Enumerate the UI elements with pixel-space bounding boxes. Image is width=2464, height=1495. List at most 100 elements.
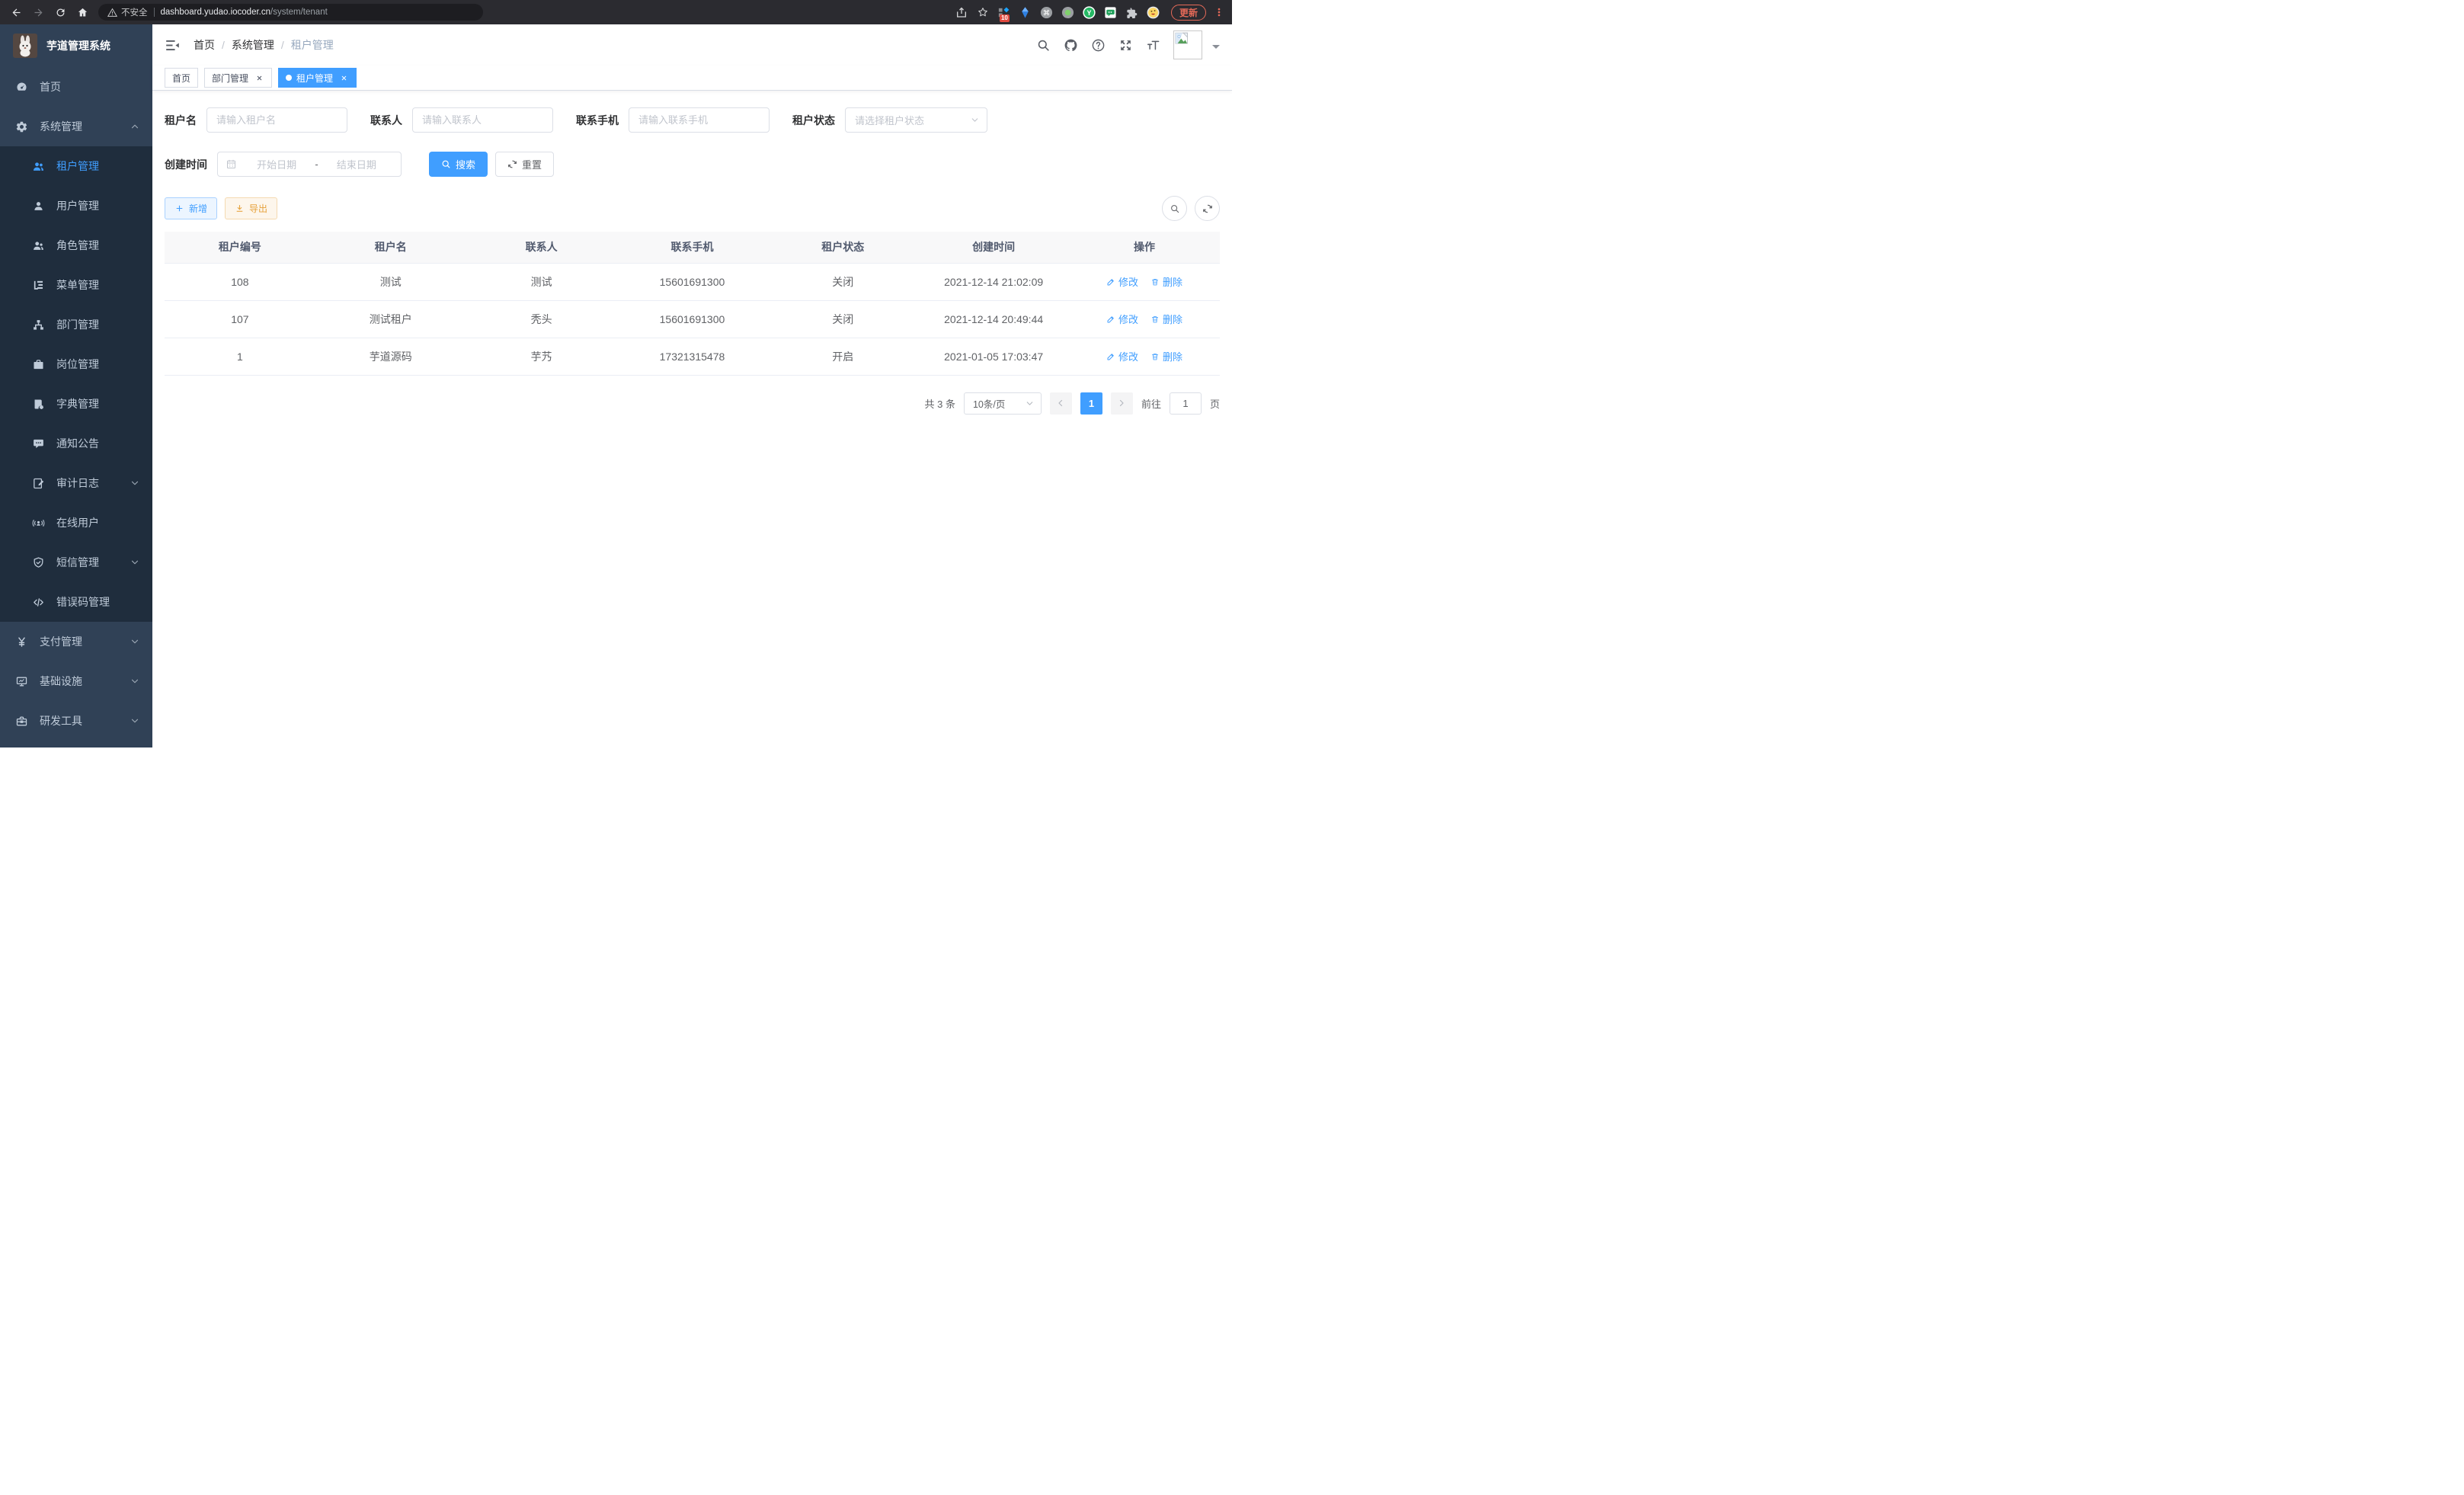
export-button[interactable]: 导出 <box>225 197 277 219</box>
bookmark-star-icon[interactable] <box>976 5 990 19</box>
chevron-down-icon <box>130 558 139 567</box>
extension-tiles-icon[interactable]: 10 <box>997 5 1011 19</box>
tab-home[interactable]: 首页 <box>165 68 198 88</box>
extension-gem-icon[interactable] <box>1019 5 1032 19</box>
tab-tenant[interactable]: 租户管理 <box>278 68 357 88</box>
sidebar-item-audit-log[interactable]: 审计日志 <box>0 463 152 503</box>
extension-yuque-icon[interactable]: Y <box>1083 5 1096 19</box>
close-icon[interactable] <box>254 72 264 83</box>
sidebar-item-dev-tool[interactable]: 研发工具 <box>0 701 152 741</box>
delete-button[interactable]: 删除 <box>1150 312 1182 326</box>
cell-contact: 秃头 <box>466 300 617 338</box>
search-button[interactable]: 搜索 <box>429 152 488 177</box>
tenant-page-content: 租户名 联系人 联系手机 租户状态 请选择租户状态 <box>152 91 1232 748</box>
sidebar-item-tenant[interactable]: 租户管理 <box>0 146 152 186</box>
sidebar-item-post[interactable]: 岗位管理 <box>0 344 152 384</box>
browser-menu-kebab-icon[interactable] <box>1214 5 1224 19</box>
cell-status: 开启 <box>767 338 918 375</box>
fullscreen-icon[interactable] <box>1118 38 1133 53</box>
github-icon[interactable] <box>1064 38 1078 53</box>
browser-home-button[interactable] <box>74 4 91 21</box>
avatar-caret-down-icon[interactable] <box>1212 45 1220 53</box>
date-range-picker[interactable]: 开始日期 - 结束日期 <box>217 152 402 177</box>
extension-command-icon[interactable]: ⌘ <box>1040 5 1054 19</box>
extension-puzzle-icon[interactable] <box>1125 5 1139 19</box>
sidebar-item-online-user[interactable]: 在线用户 <box>0 503 152 543</box>
calendar-icon <box>226 158 237 170</box>
main-area: 首页/系统管理/租户管理 首页部门管理租户管理 租户名 <box>152 24 1232 748</box>
cell-created: 2021-12-14 20:49:44 <box>918 300 1069 338</box>
trash-icon <box>1150 315 1160 324</box>
sidebar-item-error-code[interactable]: 错误码管理 <box>0 582 152 622</box>
refresh-table-button[interactable] <box>1195 196 1220 221</box>
tab-dept[interactable]: 部门管理 <box>204 68 272 88</box>
sidebar-item-home[interactable]: 首页 <box>0 67 152 107</box>
url-host: dashboard.yudao.iocoder.cn <box>161 8 271 17</box>
chevron-down-icon <box>970 115 980 125</box>
cell-contact: 芋艿 <box>466 338 617 375</box>
sidebar-item-label: 在线用户 <box>56 515 99 530</box>
sidebar-item-notice[interactable]: 通知公告 <box>0 424 152 463</box>
close-icon[interactable] <box>338 72 349 83</box>
sidebar-item-pay[interactable]: 支付管理 <box>0 622 152 661</box>
address-bar-divider <box>154 8 155 17</box>
extension-chat-icon[interactable] <box>1104 5 1118 19</box>
sidebar-toggle-hamburger-icon[interactable] <box>165 37 181 53</box>
sidebar-item-menu[interactable]: 菜单管理 <box>0 265 152 305</box>
cell-contact: 测试 <box>466 263 617 300</box>
share-icon[interactable] <box>955 5 968 19</box>
delete-button[interactable]: 删除 <box>1150 349 1182 363</box>
font-size-icon[interactable] <box>1146 38 1160 53</box>
sidebar-item-system[interactable]: 系统管理 <box>0 107 152 146</box>
browser-forward-button[interactable] <box>30 4 46 21</box>
browser-update-button[interactable]: 更新 <box>1171 5 1206 21</box>
toggle-search-button[interactable] <box>1162 196 1187 221</box>
sidebar-item-label: 通知公告 <box>56 436 99 451</box>
app-logo[interactable]: 芋道管理系统 <box>0 24 152 67</box>
url-path: /system/tenant <box>270 8 328 17</box>
date-range-separator: - <box>313 158 319 170</box>
active-dot <box>286 75 292 81</box>
browser-back-button[interactable] <box>8 4 24 21</box>
edit-button[interactable]: 修改 <box>1106 274 1138 289</box>
tab-label: 首页 <box>172 72 190 85</box>
prev-page-button[interactable] <box>1050 392 1072 415</box>
sidebar-item-role[interactable]: 角色管理 <box>0 226 152 265</box>
mobile-input[interactable] <box>629 107 770 133</box>
breadcrumb-item-0[interactable]: 首页 <box>194 37 215 53</box>
page-1-button[interactable]: 1 <box>1080 392 1102 415</box>
mobile-filter: 联系手机 <box>576 107 770 133</box>
app-title: 芋道管理系统 <box>46 38 110 53</box>
sidebar-item-dept[interactable]: 部门管理 <box>0 305 152 344</box>
tenant-name-input[interactable] <box>206 107 347 133</box>
header-search-icon[interactable] <box>1036 38 1051 53</box>
sidebar-item-sms[interactable]: 短信管理 <box>0 543 152 582</box>
help-icon[interactable] <box>1091 38 1106 53</box>
browser-reload-button[interactable] <box>52 4 69 21</box>
sidebar-item-user[interactable]: 用户管理 <box>0 186 152 226</box>
status-select[interactable]: 请选择租户状态 <box>845 107 987 133</box>
edit-button[interactable]: 修改 <box>1106 349 1138 363</box>
status-select-placeholder: 请选择租户状态 <box>855 113 924 127</box>
reset-button[interactable]: 重置 <box>495 152 554 177</box>
avatar[interactable] <box>1173 30 1202 59</box>
page-size-select[interactable]: 10条/页 <box>964 392 1042 415</box>
sidebar-item-infra[interactable]: 基础设施 <box>0 661 152 701</box>
delete-button[interactable]: 删除 <box>1150 274 1182 289</box>
goto-page-input[interactable] <box>1170 392 1202 415</box>
extension-emoji-icon[interactable] <box>1147 5 1160 19</box>
role-icon <box>32 239 45 252</box>
pagination-total: 共 3 条 <box>925 396 955 411</box>
edit-button[interactable]: 修改 <box>1106 312 1138 326</box>
next-page-button[interactable] <box>1111 392 1133 415</box>
sidebar-item-label: 菜单管理 <box>56 277 99 293</box>
contact-input[interactable] <box>412 107 553 133</box>
address-bar[interactable]: 不安全 dashboard.yudao.iocoder.cn/system/te… <box>98 4 483 21</box>
sidebar-item-dict[interactable]: 字典管理 <box>0 384 152 424</box>
breadcrumb-item-1[interactable]: 系统管理 <box>232 37 274 53</box>
table-header-row: 租户编号租户名联系人联系手机租户状态创建时间操作 <box>165 232 1220 263</box>
add-button[interactable]: 新增 <box>165 197 217 219</box>
screen: 不安全 dashboard.yudao.iocoder.cn/system/te… <box>0 0 1232 748</box>
svg-text:Y: Y <box>1087 8 1092 16</box>
extension-record-icon[interactable] <box>1061 5 1075 19</box>
